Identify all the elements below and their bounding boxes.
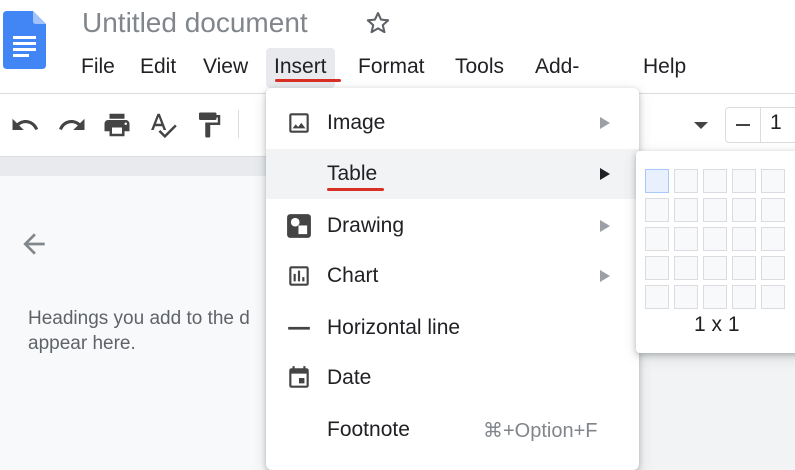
table-grid-cell[interactable] (674, 169, 698, 193)
table-grid-cell[interactable] (703, 256, 727, 280)
insert-menu-item-chart[interactable]: Chart (266, 251, 639, 301)
menu-item-label: Drawing (327, 214, 405, 237)
insert-menu-item-image[interactable]: Image (266, 98, 639, 148)
table-grid-cell[interactable] (645, 227, 669, 251)
table-grid-cell[interactable] (761, 285, 785, 309)
table-grid-cell[interactable] (732, 169, 756, 193)
insert-menu-item-drawing[interactable]: Drawing (266, 201, 639, 251)
image-icon (289, 113, 309, 133)
keyboard-shortcut: ⌘+Option+F (483, 420, 598, 442)
document-title[interactable]: Untitled document (82, 7, 308, 39)
back-arrow-icon[interactable] (18, 228, 50, 260)
insert-menu-item-date[interactable]: Date (266, 353, 639, 403)
calendar-icon (289, 366, 309, 388)
table-grid-cell[interactable] (703, 169, 727, 193)
table-grid-cell[interactable] (761, 169, 785, 193)
table-grid-cell[interactable] (761, 256, 785, 280)
table-grid-cell[interactable] (645, 198, 669, 222)
submenu-arrow-icon (600, 270, 610, 282)
table-grid-cell[interactable] (674, 198, 698, 222)
insert-menu: Image Table Drawing Chart Horizontal lin… (266, 88, 639, 470)
insert-menu-item-table[interactable]: Table (266, 149, 639, 199)
table-grid-cell[interactable] (761, 227, 785, 251)
undo-icon[interactable] (10, 110, 40, 140)
chevron-down-icon[interactable] (694, 122, 708, 129)
submenu-arrow-icon (600, 168, 610, 180)
menu-file[interactable]: File (81, 48, 115, 88)
toolbar-divider (238, 110, 239, 138)
decrease-font-size-button[interactable] (725, 107, 761, 143)
table-grid-cell[interactable] (674, 256, 698, 280)
table-grid-cell[interactable] (732, 227, 756, 251)
menu-item-label: Date (327, 366, 372, 389)
horizontal-line-icon (288, 326, 310, 330)
table-grid-cell[interactable] (645, 169, 669, 193)
google-docs-icon[interactable] (3, 11, 46, 69)
menu-item-label: Table (327, 162, 378, 185)
menu-view[interactable]: View (203, 48, 248, 88)
insert-menu-item-footnote[interactable]: Footnote ⌘+Option+F (266, 405, 639, 455)
menu-item-label: Footnote (327, 418, 410, 441)
menu-tools[interactable]: Tools (455, 48, 504, 88)
table-grid-cell[interactable] (703, 227, 727, 251)
print-icon[interactable] (102, 110, 132, 140)
paint-format-icon[interactable] (194, 110, 224, 140)
table-grid-cell[interactable] (674, 285, 698, 309)
chart-icon (289, 266, 309, 286)
insert-menu-item-horizontal-line[interactable]: Horizontal line (266, 303, 639, 353)
table-grid-cell[interactable] (703, 198, 727, 222)
menu-item-label: Image (327, 111, 386, 134)
menu-item-label: Horizontal line (327, 316, 461, 339)
table-grid-cell[interactable] (703, 285, 727, 309)
insert-highlight-underline (275, 79, 341, 82)
spellcheck-icon[interactable] (148, 110, 178, 140)
menu-format[interactable]: Format (358, 48, 425, 88)
table-grid-cell[interactable] (732, 198, 756, 222)
table-grid-cell[interactable] (732, 285, 756, 309)
redo-icon[interactable] (57, 110, 87, 140)
menu-item-label: Chart (327, 264, 379, 287)
menu-help[interactable]: Help (643, 48, 686, 88)
star-outline-icon[interactable] (364, 9, 392, 37)
table-grid-cell[interactable] (674, 227, 698, 251)
table-size-label: 1 x 1 (694, 313, 740, 336)
table-grid-cell[interactable] (761, 198, 785, 222)
menu-edit[interactable]: Edit (140, 48, 176, 88)
font-size-input[interactable]: 1 (770, 111, 782, 135)
table-grid-cell[interactable] (645, 285, 669, 309)
table-grid-cell[interactable] (645, 256, 669, 280)
menu-insert[interactable]: Insert (266, 48, 335, 88)
drawing-icon (287, 214, 311, 238)
submenu-arrow-icon (600, 220, 610, 232)
table-highlight-underline (327, 188, 384, 191)
table-grid-cell[interactable] (732, 256, 756, 280)
outline-placeholder: Headings you add to the d appear here. (28, 308, 250, 354)
submenu-arrow-icon (600, 117, 610, 129)
menu-addons[interactable]: Add-ons (535, 48, 579, 116)
